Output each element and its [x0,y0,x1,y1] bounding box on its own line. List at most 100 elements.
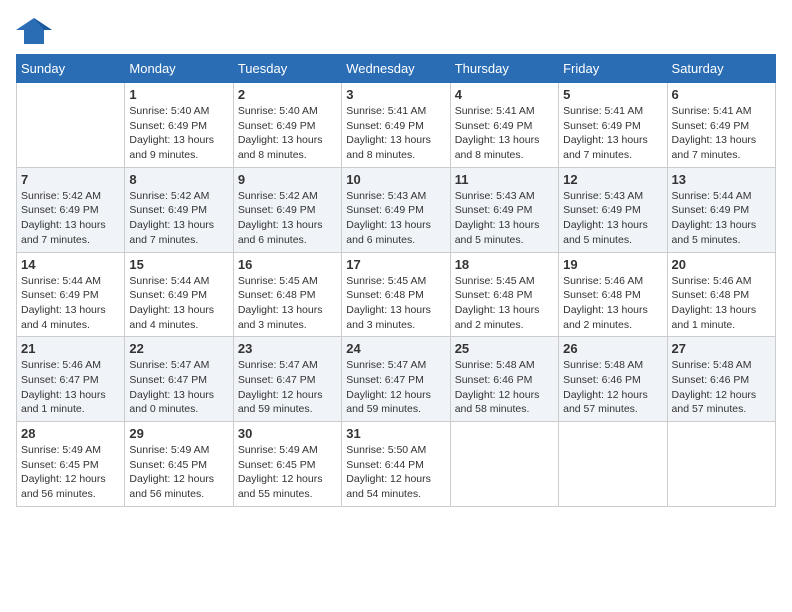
calendar-cell: 25 Sunrise: 5:48 AM Sunset: 6:46 PM Dayli… [450,337,558,422]
day-number: 5 [563,87,662,102]
day-number: 14 [21,257,120,272]
calendar-cell: 8 Sunrise: 5:42 AM Sunset: 6:49 PM Daylig… [125,167,233,252]
calendar-header-monday: Monday [125,55,233,83]
day-number: 15 [129,257,228,272]
calendar-cell: 4Sunrise: 5:41 AM Sunset: 6:49 PM Daylig… [450,83,558,168]
calendar-header-wednesday: Wednesday [342,55,450,83]
day-info: Sunrise: 5:41 AM Sunset: 6:49 PM Dayligh… [346,104,445,163]
calendar-cell: 11 Sunrise: 5:43 AM Sunset: 6:49 PM Dayli… [450,167,558,252]
day-number: 30 [238,426,337,441]
calendar-cell [559,422,667,507]
calendar-cell: 14 Sunrise: 5:44 AM Sunset: 6:49 PM Dayli… [17,252,125,337]
calendar-cell [450,422,558,507]
day-number: 3 [346,87,445,102]
logo [16,16,56,46]
day-number: 12 [563,172,662,187]
day-number: 25 [455,341,554,356]
calendar-cell: 13 Sunrise: 5:44 AM Sunset: 6:49 PM Dayli… [667,167,775,252]
calendar-header-tuesday: Tuesday [233,55,341,83]
day-number: 27 [672,341,771,356]
calendar-body: 1 Sunrise: 5:40 AM Sunset: 6:49 PM Daylig… [17,83,776,507]
day-number: 13 [672,172,771,187]
day-info: Sunrise: 5:48 AM Sunset: 6:46 PM Dayligh… [672,358,771,417]
calendar-cell: 29 Sunrise: 5:49 AM Sunset: 6:45 PM Dayli… [125,422,233,507]
day-number: 28 [21,426,120,441]
day-info: Sunrise: 5:42 AM Sunset: 6:49 PM Dayligh… [21,189,120,248]
day-number: 8 [129,172,228,187]
calendar-cell: 21 Sunrise: 5:46 AM Sunset: 6:47 PM Dayli… [17,337,125,422]
day-info: Sunrise: 5:42 AM Sunset: 6:49 PM Dayligh… [129,189,228,248]
day-number: 6 [672,87,771,102]
calendar-cell [667,422,775,507]
day-number: 29 [129,426,228,441]
calendar-cell: 3 Sunrise: 5:41 AM Sunset: 6:49 PM Daylig… [342,83,450,168]
logo-icon [16,16,52,46]
calendar-cell: 5 Sunrise: 5:41 AM Sunset: 6:49 PM Daylig… [559,83,667,168]
calendar-cell: 28Sunrise: 5:49 AM Sunset: 6:45 PM Dayli… [17,422,125,507]
day-number: 23 [238,341,337,356]
day-info: Sunrise: 5:41 AM Sunset: 6:49 PM Dayligh… [455,104,554,163]
day-number: 24 [346,341,445,356]
day-number: 19 [563,257,662,272]
day-number: 21 [21,341,120,356]
day-number: 18 [455,257,554,272]
day-number: 26 [563,341,662,356]
calendar-week-row: 1 Sunrise: 5:40 AM Sunset: 6:49 PM Daylig… [17,83,776,168]
calendar-week-row: 21 Sunrise: 5:46 AM Sunset: 6:47 PM Dayli… [17,337,776,422]
day-info: Sunrise: 5:47 AM Sunset: 6:47 PM Dayligh… [238,358,337,417]
calendar-header-friday: Friday [559,55,667,83]
day-info: Sunrise: 5:47 AM Sunset: 6:47 PM Dayligh… [346,358,445,417]
calendar-header-sunday: Sunday [17,55,125,83]
day-number: 17 [346,257,445,272]
day-info: Sunrise: 5:40 AM Sunset: 6:49 PM Dayligh… [238,104,337,163]
day-info: Sunrise: 5:43 AM Sunset: 6:49 PM Dayligh… [455,189,554,248]
calendar-cell: 17 Sunrise: 5:45 AM Sunset: 6:48 PM Dayli… [342,252,450,337]
day-info: Sunrise: 5:42 AM Sunset: 6:49 PM Dayligh… [238,189,337,248]
day-info: Sunrise: 5:41 AM Sunset: 6:49 PM Dayligh… [672,104,771,163]
day-info: Sunrise: 5:49 AM Sunset: 6:45 PM Dayligh… [238,443,337,502]
calendar-cell: 2Sunrise: 5:40 AM Sunset: 6:49 PM Daylig… [233,83,341,168]
calendar-cell: 10Sunrise: 5:43 AM Sunset: 6:49 PM Dayli… [342,167,450,252]
day-number: 20 [672,257,771,272]
calendar-cell: 18 Sunrise: 5:45 AM Sunset: 6:48 PM Dayli… [450,252,558,337]
day-number: 7 [21,172,120,187]
page-header [16,16,776,46]
day-info: Sunrise: 5:45 AM Sunset: 6:48 PM Dayligh… [455,274,554,333]
calendar-cell: 23 Sunrise: 5:47 AM Sunset: 6:47 PM Dayli… [233,337,341,422]
day-info: Sunrise: 5:46 AM Sunset: 6:48 PM Dayligh… [563,274,662,333]
calendar-cell: 15 Sunrise: 5:44 AM Sunset: 6:49 PM Dayli… [125,252,233,337]
calendar-week-row: 28 Sunrise: 5:49 AM Sunset: 6:45 PM Dayli… [17,422,776,507]
day-info: Sunrise: 5:40 AM Sunset: 6:49 PM Dayligh… [129,104,228,163]
day-info: Sunrise: 5:45 AM Sunset: 6:48 PM Dayligh… [238,274,337,333]
day-info: Sunrise: 5:48 AM Sunset: 6:46 PM Dayligh… [563,358,662,417]
day-info: Sunrise: 5:44 AM Sunset: 6:49 PM Dayligh… [129,274,228,333]
calendar-header-saturday: Saturday [667,55,775,83]
calendar-cell: 12 Sunrise: 5:43 AM Sunset: 6:49 PM Dayli… [559,167,667,252]
calendar-week-row: 7 Sunrise: 5:42 AM Sunset: 6:49 PM Daylig… [17,167,776,252]
calendar-cell: 27 Sunrise: 5:48 AM Sunset: 6:46 PM Dayli… [667,337,775,422]
day-info: Sunrise: 5:41 AM Sunset: 6:49 PM Dayligh… [563,104,662,163]
calendar-cell: 19 Sunrise: 5:46 AM Sunset: 6:48 PM Dayli… [559,252,667,337]
calendar-cell: 30 Sunrise: 5:49 AM Sunset: 6:45 PM Dayli… [233,422,341,507]
day-info: Sunrise: 5:43 AM Sunset: 6:49 PM Dayligh… [563,189,662,248]
day-info: Sunrise: 5:46 AM Sunset: 6:48 PM Dayligh… [672,274,771,333]
calendar-cell: 22Sunrise: 5:47 AM Sunset: 6:47 PM Dayli… [125,337,233,422]
day-info: Sunrise: 5:44 AM Sunset: 6:49 PM Dayligh… [21,274,120,333]
day-info: Sunrise: 5:44 AM Sunset: 6:49 PM Dayligh… [672,189,771,248]
day-info: Sunrise: 5:49 AM Sunset: 6:45 PM Dayligh… [129,443,228,502]
day-info: Sunrise: 5:45 AM Sunset: 6:48 PM Dayligh… [346,274,445,333]
day-number: 11 [455,172,554,187]
calendar-cell: 26 Sunrise: 5:48 AM Sunset: 6:46 PM Dayli… [559,337,667,422]
day-info: Sunrise: 5:46 AM Sunset: 6:47 PM Dayligh… [21,358,120,417]
day-info: Sunrise: 5:43 AM Sunset: 6:49 PM Dayligh… [346,189,445,248]
calendar-cell: 20 Sunrise: 5:46 AM Sunset: 6:48 PM Dayli… [667,252,775,337]
day-info: Sunrise: 5:50 AM Sunset: 6:44 PM Dayligh… [346,443,445,502]
day-info: Sunrise: 5:48 AM Sunset: 6:46 PM Dayligh… [455,358,554,417]
calendar-header-row: SundayMondayTuesdayWednesdayThursdayFrid… [17,55,776,83]
calendar-table: SundayMondayTuesdayWednesdayThursdayFrid… [16,54,776,507]
calendar-cell [17,83,125,168]
calendar-cell: 24 Sunrise: 5:47 AM Sunset: 6:47 PM Dayli… [342,337,450,422]
day-number: 1 [129,87,228,102]
calendar-cell: 6 Sunrise: 5:41 AM Sunset: 6:49 PM Daylig… [667,83,775,168]
calendar-cell: 7 Sunrise: 5:42 AM Sunset: 6:49 PM Daylig… [17,167,125,252]
